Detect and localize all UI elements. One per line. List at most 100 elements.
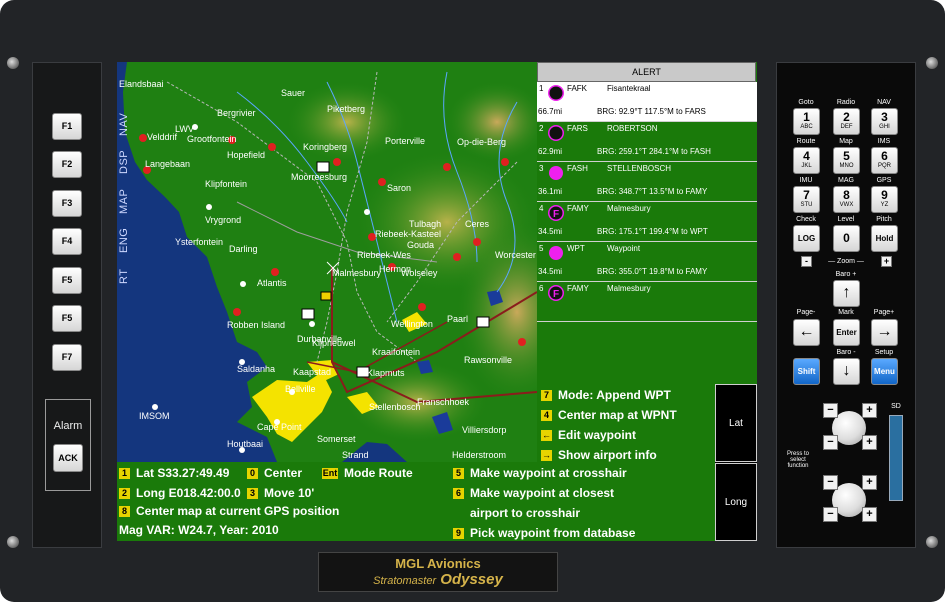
alert-row-bearing: BRG: 355.0°T 19.8°M to FAMY [597, 267, 708, 276]
alert-row[interactable]: 4 F FAMY Malmesbury 34.5mi BRG: 175.1°T … [537, 202, 757, 242]
moving-map[interactable]: Elandsbaai Sauer Piketberg Bergrivier Ve… [117, 62, 537, 462]
longitude-readout: 2 Long E018.42:00.0 [119, 486, 241, 500]
lat-button[interactable]: Lat [715, 384, 757, 462]
hotkey-badge: 4 [541, 410, 552, 421]
hold-button[interactable]: Hold [871, 225, 898, 252]
arrow-right-button[interactable]: → [871, 319, 898, 346]
menu-item-append-wpt[interactable]: 7 Mode: Append WPT [541, 388, 671, 402]
waypoint-database-action[interactable]: 9 Pick waypoint from database [453, 526, 635, 540]
brand-name: MGL Avionics [395, 556, 481, 571]
center-action[interactable]: 0 Center [247, 466, 302, 480]
knob-minus-button[interactable]: − [823, 507, 838, 522]
f2-button[interactable]: F2 [52, 151, 82, 178]
arrow-up-button[interactable]: ↑ [833, 280, 860, 307]
map-place-label: Klipfontein [205, 179, 248, 189]
key-8[interactable]: 8 VWX [833, 186, 860, 213]
key-5[interactable]: 5 MNO [833, 147, 860, 174]
f6-button[interactable]: F5 [52, 305, 82, 332]
alert-row[interactable]: 2 FARS ROBERTSON 62.9mi BRG: 259.1°T 284… [537, 122, 757, 162]
key-2[interactable]: 2 DEF [833, 108, 860, 135]
brand-model-name: Odyssey [440, 571, 503, 588]
alert-header: ALERT [537, 62, 756, 82]
arrow-left-icon: ← [541, 430, 552, 441]
waypoint-crosshair-action[interactable]: 5 Make waypoint at crosshair [453, 466, 627, 480]
brand-model: Stratomaster Odyssey [319, 571, 557, 588]
map-place-label: Kraaifontein [372, 347, 421, 357]
f1-button[interactable]: F1 [52, 113, 82, 140]
key-digit: 6 [881, 149, 888, 163]
waypoint-magenta-icon [549, 166, 563, 180]
knob-plus-button[interactable]: + [862, 475, 877, 490]
f3-button[interactable]: F3 [52, 190, 82, 217]
key-caption: Radio [836, 99, 856, 106]
menu-button[interactable]: Menu [871, 358, 898, 385]
arrow-down-button[interactable]: ↓ [833, 358, 860, 385]
center-gps-action[interactable]: 8 Center map at current GPS position [119, 504, 339, 518]
key-digit: 1 [803, 110, 810, 124]
key-0[interactable]: 0 [833, 225, 860, 252]
f4-button[interactable]: F4 [52, 228, 82, 255]
menu-item-airport-info[interactable]: → Show airport info [541, 448, 657, 462]
menu-item-center-wpnt[interactable]: 4 Center map at WPNT [541, 408, 677, 422]
alert-row[interactable]: 1 FAFK Fisantekraal 66.7mi BRG: 92.9°T 1… [537, 82, 757, 122]
knob-minus-button[interactable]: − [823, 475, 838, 490]
alert-row[interactable]: 3 FASH STELLENBOSCH 36.1mi BRG: 348.7°T … [537, 162, 757, 202]
key-caption: Goto [798, 99, 814, 106]
key-letters: MNO [839, 163, 854, 169]
map-place-label: Franschhoek [417, 397, 470, 407]
f5-button[interactable]: F5 [52, 267, 82, 294]
shift-button[interactable]: Shift [793, 358, 820, 385]
menu-item-label: Center map at WPNT [558, 408, 677, 422]
f7-button[interactable]: F7 [52, 344, 82, 371]
map-place-label: Ysterfontein [175, 237, 224, 247]
key-9[interactable]: 9 YZ [871, 186, 898, 213]
alert-row-name: Malmesbury [607, 204, 651, 213]
knob-plus-button[interactable]: + [862, 435, 877, 450]
knob-minus-button[interactable]: − [823, 403, 838, 418]
keypad-panel: Goto Radio NAV 1 ABC 2 DEF 3 GHI Route Map … [776, 62, 916, 548]
long-button[interactable]: Long [715, 463, 757, 541]
zoom-in-button[interactable]: + [881, 256, 892, 267]
alert-row-number: 5 [539, 244, 544, 253]
hotkey-badge: 2 [119, 488, 130, 499]
map-place-label: Hermon [379, 264, 412, 274]
alert-row[interactable]: 5 WPT Waypoint 34.5mi BRG: 355.0°T 19.8°… [537, 242, 757, 282]
key-6[interactable]: 6 PQR [871, 147, 898, 174]
key-4[interactable]: 4 JKL [793, 147, 820, 174]
key-1[interactable]: 1 ABC [793, 108, 820, 135]
ack-button[interactable]: ACK [53, 444, 83, 472]
latitude-text: Lat S33.27:49.49 [136, 466, 230, 480]
knob-plus-button[interactable]: + [862, 403, 877, 418]
waypoint-closest-action[interactable]: 6 Make waypoint at closest [453, 486, 614, 500]
alert-row[interactable]: 6 F FAMY Malmesbury [537, 282, 757, 322]
tab-rt[interactable]: RT [118, 261, 134, 291]
menu-item-edit-waypoint[interactable]: ← Edit waypoint [541, 428, 636, 442]
map-place-label: Kaapstad [293, 367, 332, 377]
map-place-label: Grootfontein [187, 134, 237, 144]
zoom-out-button[interactable]: - [801, 256, 812, 267]
key-3[interactable]: 3 GHI [871, 108, 898, 135]
sd-card-slot[interactable] [889, 415, 903, 501]
key-digit: 5 [843, 149, 850, 163]
tab-nav[interactable]: NAV [118, 107, 134, 141]
key-caption: Page- [796, 309, 816, 316]
arrow-left-button[interactable]: ← [793, 319, 820, 346]
key-caption: MAG [838, 177, 854, 184]
tab-dsp[interactable]: DSP [118, 145, 134, 179]
key-caption: GPS [876, 177, 892, 184]
key-7[interactable]: 7 STU [793, 186, 820, 213]
map-place-label: Hopefield [227, 150, 266, 160]
map-terrain [117, 62, 537, 462]
enter-button[interactable]: Enter [833, 319, 860, 346]
tab-map[interactable]: MAP [118, 183, 134, 219]
log-button[interactable]: LOG [793, 225, 820, 252]
tab-eng[interactable]: ENG [118, 223, 134, 257]
map-place-label: Piketberg [327, 104, 366, 114]
airfield-f-icon: F [548, 205, 564, 221]
arrow-up-icon: ↑ [842, 284, 851, 301]
move-action[interactable]: 3 Move 10' [247, 486, 314, 500]
knob-plus-button[interactable]: + [862, 507, 877, 522]
map-place-label: Tulbagh [409, 219, 442, 229]
mode-route-action[interactable]: Ent Mode Route [322, 466, 413, 480]
knob-minus-button[interactable]: − [823, 435, 838, 450]
